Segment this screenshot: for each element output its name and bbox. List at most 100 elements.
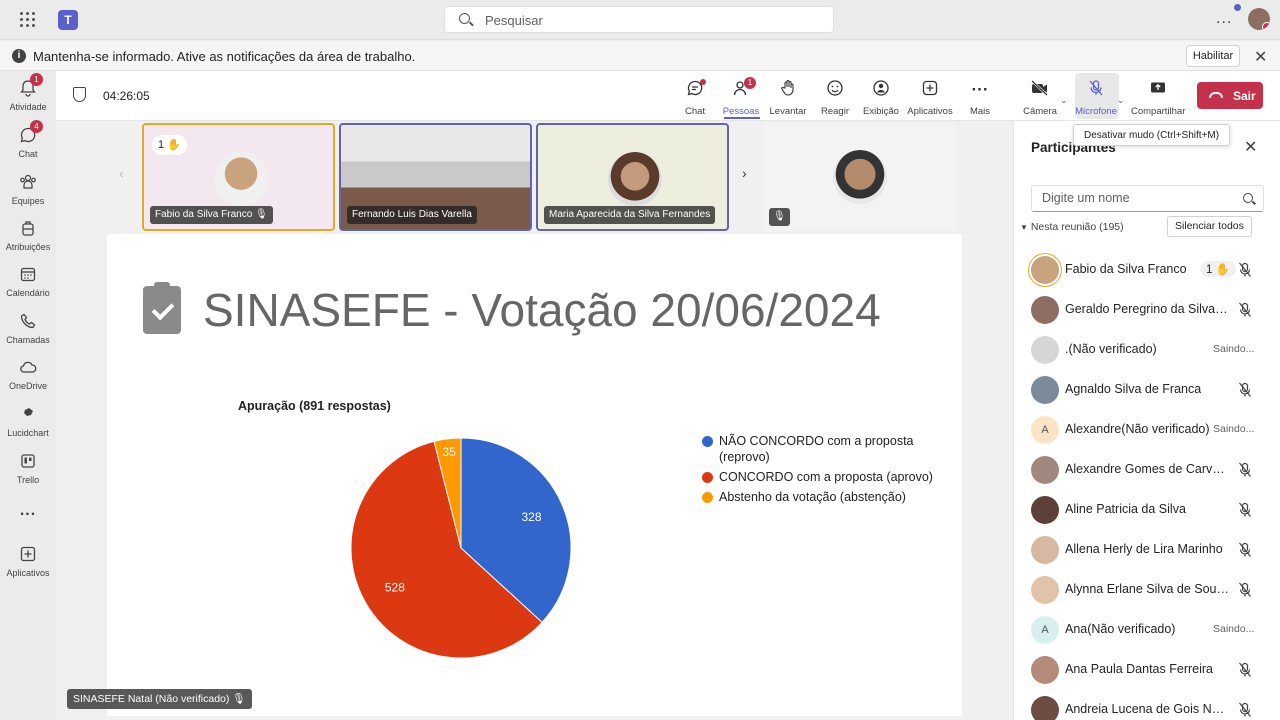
search-input[interactable]	[485, 11, 815, 29]
meeting-window: 04:26:05 Chat 1 Pessoas Levantar Reagir …	[56, 71, 1280, 720]
profile-avatar[interactable]	[1248, 8, 1270, 30]
participant-row[interactable]: Andreia Lucena de Gois Nasci...	[1014, 690, 1280, 720]
rail-item-onedrive[interactable]: OneDrive	[0, 358, 56, 391]
info-icon: i	[12, 49, 26, 63]
legend-label: NÃO CONCORDO com a proposta (reprovo)	[719, 434, 914, 464]
mic-off-icon	[1069, 79, 1123, 101]
rail-item-lucidchart[interactable]: Lucidchart	[0, 405, 56, 438]
mic-button[interactable]: Microfone	[1069, 79, 1123, 117]
participant-name: Geraldo Peregrino da Silva Neto	[1065, 302, 1230, 316]
rail-item-assignments[interactable]: Atribuições	[0, 219, 56, 252]
close-icon[interactable]: ✕	[1244, 137, 1257, 157]
participant-name: Andreia Lucena de Gois Nasci...	[1065, 702, 1230, 716]
camera-off-icon	[1013, 79, 1067, 101]
participant-row[interactable]: Geraldo Peregrino da Silva Neto	[1014, 290, 1280, 330]
avatar	[214, 152, 268, 206]
settings-more-button[interactable]: ...	[1216, 10, 1232, 28]
participant-row[interactable]: Ana Paula Dantas Ferreira	[1014, 650, 1280, 690]
raised-hand-badge: 1 ✋	[1200, 261, 1236, 277]
raise-label: Levantar	[769, 106, 807, 117]
camera-label: Câmera	[1023, 106, 1057, 117]
rail-label: Atribuições	[5, 242, 51, 252]
chat-badge: 4	[30, 120, 43, 133]
video-tile[interactable]: Fernando Luis Dias Varella	[339, 123, 532, 231]
view-label: Exibição	[863, 106, 899, 117]
close-icon[interactable]: ✕	[1254, 47, 1267, 67]
legend-label: Abstenho da votação (abstenção)	[719, 490, 906, 504]
rail-label: Equipes	[11, 196, 45, 206]
notification-message: Mantenha-se informado. Ative as notifica…	[33, 49, 416, 64]
section-header[interactable]: ▼ Nesta reunião (195)	[1020, 221, 1124, 233]
leave-button[interactable]: Sair	[1197, 82, 1263, 109]
mic-tooltip: Desativar mudo (Ctrl+Shift+M)	[1073, 124, 1231, 146]
video-tile[interactable]: 🎙	[763, 123, 956, 231]
leave-label: Sair	[1233, 89, 1256, 103]
raise-hand-button[interactable]: Levantar	[761, 79, 815, 117]
share-icon	[1131, 79, 1185, 101]
tile-mic-muted-icon: 🎙	[769, 208, 790, 226]
rail-item-teams[interactable]: Equipes	[0, 173, 56, 206]
add-apps-icon	[17, 545, 39, 565]
legend-swatch	[702, 436, 713, 447]
chevron-right-icon[interactable]: ›	[742, 165, 747, 181]
participant-name: Alexandre(Não verificado)	[1065, 422, 1210, 436]
add-app-icon	[903, 79, 957, 101]
participant-status: Saindo...	[1213, 423, 1255, 435]
view-icon	[854, 79, 908, 101]
phone-icon	[17, 312, 39, 332]
mute-all-button[interactable]: Silenciar todos	[1167, 216, 1252, 237]
participant-row[interactable]: Alynna Erlane Silva de Sousa ...	[1014, 570, 1280, 610]
mic-muted-icon	[1239, 702, 1251, 717]
mic-options-chevron-icon[interactable]: ⌄	[1117, 95, 1125, 106]
legend-label: CONCORDO com a proposta (aprovo)	[719, 470, 933, 484]
mic-label: Microfone	[1075, 106, 1117, 117]
rail-item-apps[interactable]: Aplicativos	[0, 545, 56, 578]
chevron-left-icon[interactable]: ‹	[119, 165, 124, 181]
rail-item-activity[interactable]: 1 Atividade	[0, 73, 56, 112]
participant-row[interactable]: Alexandre Gomes de Carvalho	[1014, 450, 1280, 490]
rail-item-more[interactable]: ...	[0, 501, 56, 521]
participant-row[interactable]: Aline Patricia da Silva	[1014, 490, 1280, 530]
rail-label: OneDrive	[8, 381, 47, 391]
tile-name: Fernando Luis Dias Varella	[347, 206, 477, 224]
people-label: Pessoas	[722, 106, 760, 117]
avatar	[1031, 376, 1059, 404]
search-box[interactable]	[444, 6, 834, 33]
more-button[interactable]: ··· Mais	[953, 79, 1007, 117]
teams-icon	[17, 173, 39, 193]
enable-notifications-button[interactable]: Habilitar	[1186, 45, 1240, 67]
participant-row[interactable]: Agnaldo Silva de Franca	[1014, 370, 1280, 410]
participant-search-input[interactable]	[1042, 191, 1232, 205]
avatar	[1031, 296, 1059, 324]
view-button[interactable]: Exibição	[854, 79, 908, 117]
camera-options-chevron-icon[interactable]: ⌄	[1060, 95, 1068, 106]
video-tile[interactable]: Maria Aparecida da Silva Fernandes	[536, 123, 729, 231]
mic-muted-icon	[1239, 302, 1251, 317]
rail-item-calls[interactable]: Chamadas	[0, 312, 56, 345]
participant-row[interactable]: .(Não verificado) Saindo...	[1014, 330, 1280, 370]
avatar	[1031, 256, 1059, 284]
rail-label: Atividade	[9, 102, 47, 112]
meeting-toolbar: 04:26:05 Chat 1 Pessoas Levantar Reagir …	[56, 71, 1280, 121]
participant-search[interactable]	[1031, 185, 1264, 212]
rail-item-chat[interactable]: 4 Chat	[0, 120, 56, 159]
unread-dot	[700, 79, 706, 85]
share-label: Compartilhar	[1131, 106, 1186, 117]
people-button[interactable]: 1 Pessoas	[714, 77, 768, 117]
legend-swatch	[702, 492, 713, 503]
participant-row[interactable]: A Ana(Não verificado) Saindo...	[1014, 610, 1280, 650]
rail-item-calendar[interactable]: Calendário	[0, 265, 56, 298]
participant-row[interactable]: Fabio da Silva Franco 1 ✋	[1014, 250, 1280, 290]
camera-button[interactable]: Câmera	[1013, 79, 1067, 117]
rail-item-trello[interactable]: Trello	[0, 452, 56, 485]
cloud-icon	[17, 358, 39, 378]
participant-row[interactable]: Allena Herly de Lira Marinho	[1014, 530, 1280, 570]
mic-muted-icon	[1239, 542, 1251, 557]
video-tile[interactable]: 1 ✋ Fabio da Silva Franco 🎙	[142, 123, 335, 231]
participant-row[interactable]: A Alexandre(Não verificado) Saindo...	[1014, 410, 1280, 450]
app-launcher-icon[interactable]	[20, 12, 36, 28]
more-label: Mais	[969, 106, 991, 117]
apps-button[interactable]: Aplicativos	[903, 79, 957, 117]
avatar	[1031, 536, 1059, 564]
share-button[interactable]: Compartilhar	[1131, 79, 1185, 117]
